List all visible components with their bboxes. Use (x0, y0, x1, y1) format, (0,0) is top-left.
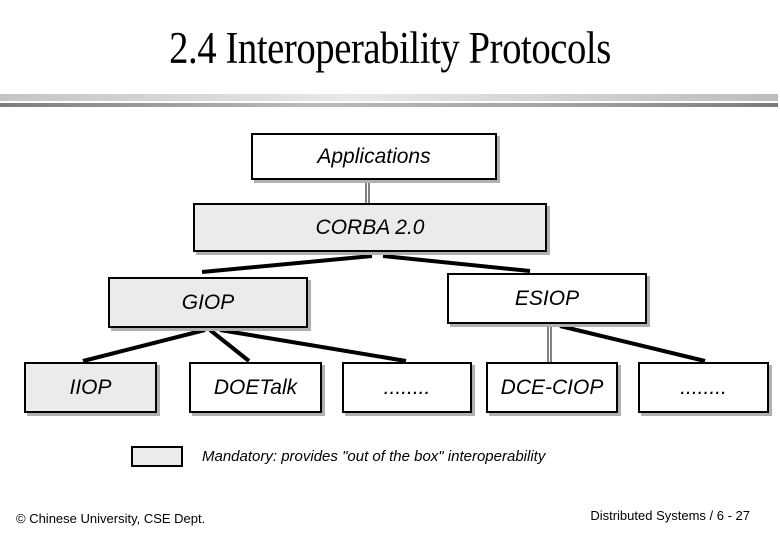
footer-page-number: Distributed Systems / 6 - 27 (590, 508, 750, 523)
legend-text: Mandatory: provides "out of the box" int… (202, 448, 546, 465)
node-giop-label: GIOP (181, 290, 235, 314)
node-doetalk-label: DOETalk (213, 375, 298, 399)
node-applications: Applications (251, 133, 497, 180)
edge-corba-giop (201, 254, 373, 274)
node-dce-ciop-label: DCE-CIOP (500, 375, 604, 399)
edge-giop-iiop (82, 328, 206, 363)
node-giop: GIOP (108, 277, 308, 328)
edge-giop-other (219, 328, 407, 363)
node-doetalk: DOETalk (189, 362, 322, 413)
node-corba: CORBA 2.0 (193, 203, 547, 252)
node-corba-label: CORBA 2.0 (315, 215, 425, 239)
node-giop-other-label: ........ (383, 375, 431, 399)
edge-esiop-other (559, 324, 706, 363)
node-esiop-other: ........ (638, 362, 769, 413)
node-esiop-label: ESIOP (514, 286, 580, 310)
node-dce-ciop: DCE-CIOP (486, 362, 618, 413)
edge-corba-esiop (382, 254, 531, 273)
edge-esiop-dce-ciop (547, 326, 552, 362)
node-esiop: ESIOP (447, 273, 647, 324)
footer-copyright: © Chinese University, CSE Dept. (16, 511, 206, 526)
node-iiop-label: IIOP (69, 375, 112, 399)
edge-applications-corba (365, 181, 370, 203)
node-iiop: IIOP (24, 362, 157, 413)
node-giop-other: ........ (342, 362, 472, 413)
legend-mandatory-swatch (131, 446, 183, 467)
node-applications-label: Applications (317, 144, 431, 168)
node-esiop-other-label: ........ (680, 375, 727, 399)
